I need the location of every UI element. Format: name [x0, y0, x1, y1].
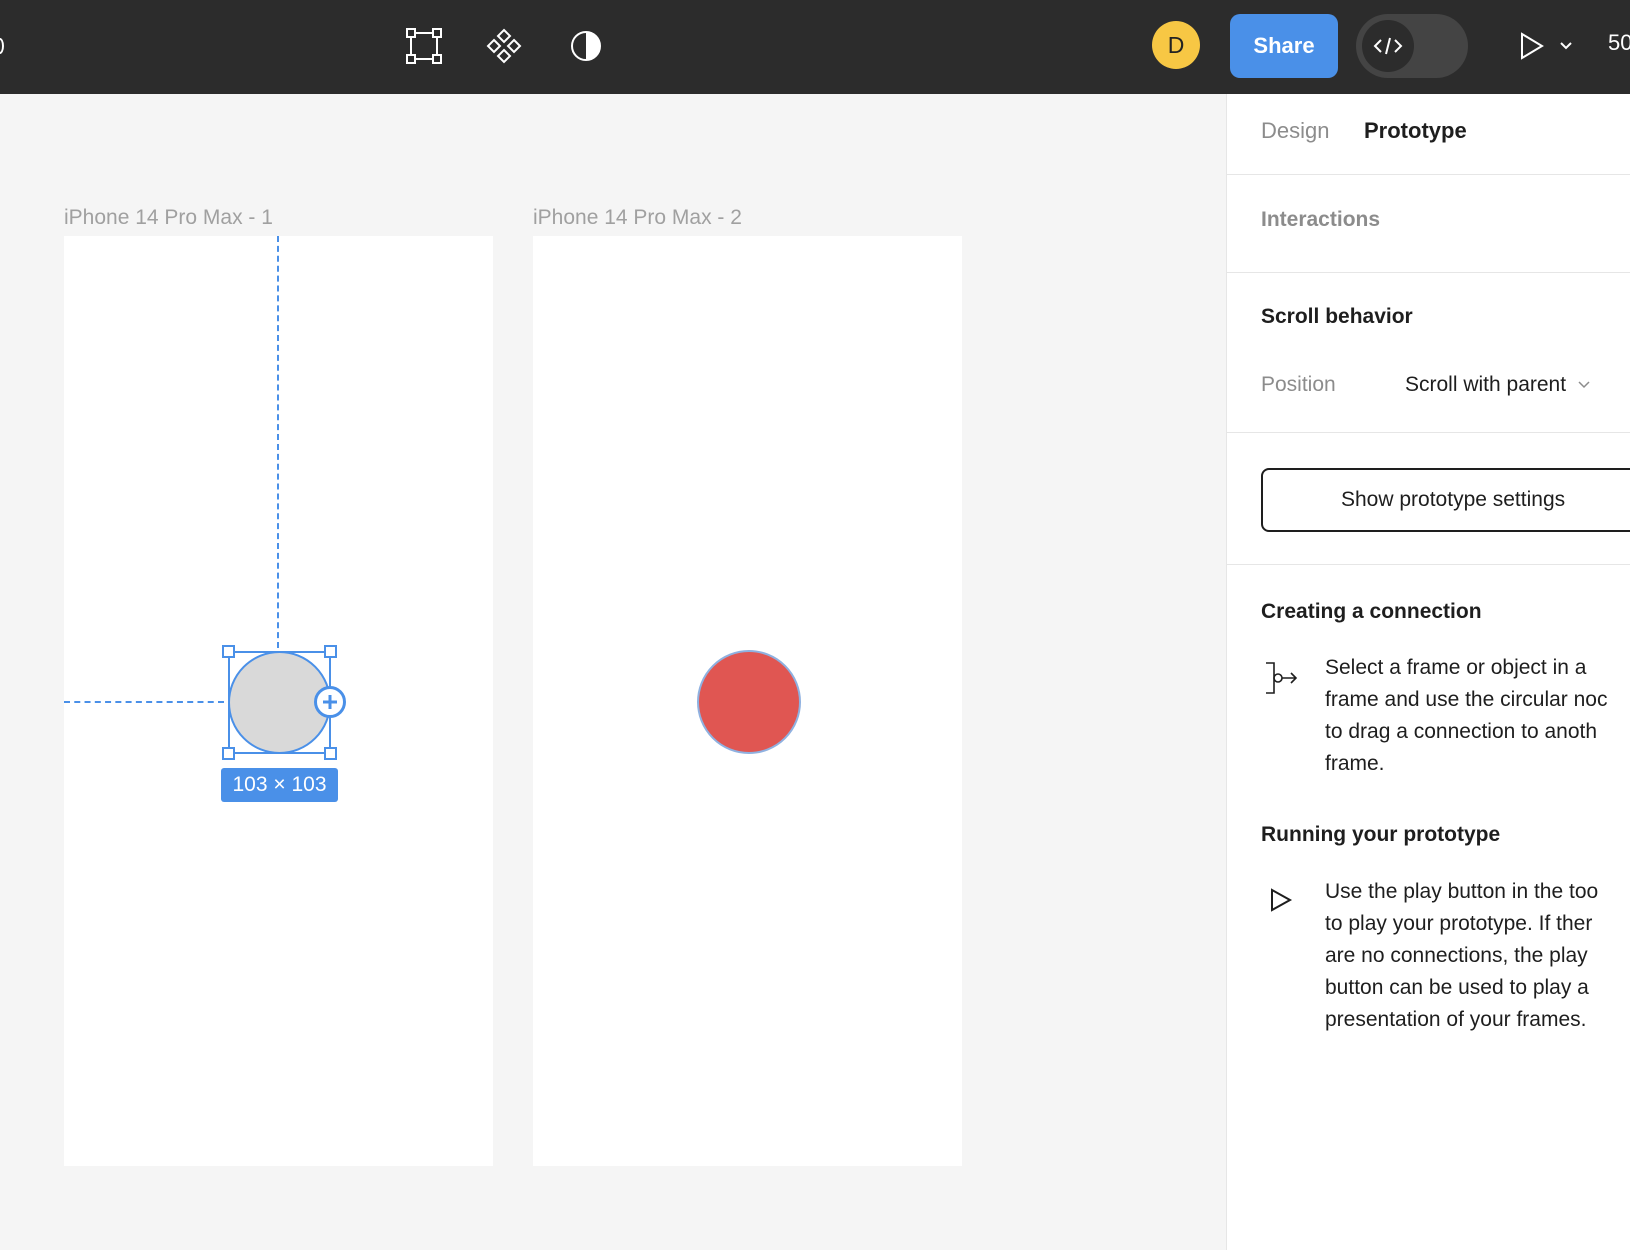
interactions-title[interactable]: Interactions	[1261, 208, 1380, 232]
tab-prototype[interactable]: Prototype	[1364, 118, 1467, 144]
position-value: Scroll with parent	[1405, 373, 1567, 396]
help-text: Use the play button in the too to play y…	[1325, 880, 1599, 1031]
toolbar: D Share 50	[0, 0, 1630, 94]
share-button[interactable]: Share	[1230, 14, 1338, 78]
help-text: Select a frame or object in a frame and …	[1325, 656, 1608, 775]
frame-label[interactable]: iPhone 14 Pro Max - 1	[64, 206, 273, 230]
avatar[interactable]: D	[1152, 21, 1200, 69]
divider	[1227, 564, 1630, 565]
resize-handle[interactable]	[222, 645, 235, 658]
divider	[1227, 174, 1630, 175]
code-icon	[1362, 20, 1414, 72]
scroll-behavior-title: Scroll behavior	[1261, 305, 1413, 328]
components-icon[interactable]	[482, 24, 526, 68]
help-title: Running your prototype	[1261, 823, 1501, 846]
chevron-down-icon[interactable]	[1554, 34, 1578, 58]
measure-guide-horizontal	[64, 701, 224, 703]
frame-label[interactable]: iPhone 14 Pro Max - 2	[533, 206, 742, 230]
resize-handle[interactable]	[324, 645, 337, 658]
position-select[interactable]: Scroll with parent	[1405, 367, 1590, 403]
resize-handle[interactable]	[324, 747, 337, 760]
position-label: Position	[1261, 373, 1336, 396]
measure-guide-vertical	[277, 236, 279, 648]
resize-handle[interactable]	[222, 747, 235, 760]
divider	[1227, 272, 1630, 273]
main-menu-icon[interactable]	[0, 38, 4, 54]
properties-panel: Design Prototype Interactions Scroll beh…	[1226, 94, 1630, 1250]
connection-icon	[1261, 658, 1301, 698]
show-prototype-settings-label: Show prototype settings	[1341, 488, 1566, 511]
zoom-level[interactable]: 50	[1608, 30, 1630, 56]
dev-mode-toggle[interactable]	[1356, 14, 1468, 78]
ellipse-red[interactable]	[697, 650, 801, 754]
size-badge: 103 × 103	[221, 768, 338, 802]
canvas[interactable]: iPhone 14 Pro Max - 1 iPhone 14 Pro Max …	[0, 94, 1226, 1250]
divider	[1227, 432, 1630, 433]
play-outline-icon	[1261, 880, 1301, 920]
show-prototype-settings-button[interactable]: Show prototype settings	[1261, 468, 1630, 532]
share-button-label: Share	[1253, 33, 1315, 58]
avatar-initial: D	[1167, 31, 1185, 58]
tab-design[interactable]: Design	[1261, 118, 1329, 144]
contrast-icon[interactable]	[564, 24, 608, 68]
connection-node-plus-icon[interactable]	[314, 686, 346, 718]
play-icon[interactable]	[1512, 26, 1552, 66]
help-title: Creating a connection	[1261, 600, 1482, 623]
frame-tool-icon[interactable]	[402, 24, 446, 68]
chevron-down-icon	[1578, 376, 1590, 394]
